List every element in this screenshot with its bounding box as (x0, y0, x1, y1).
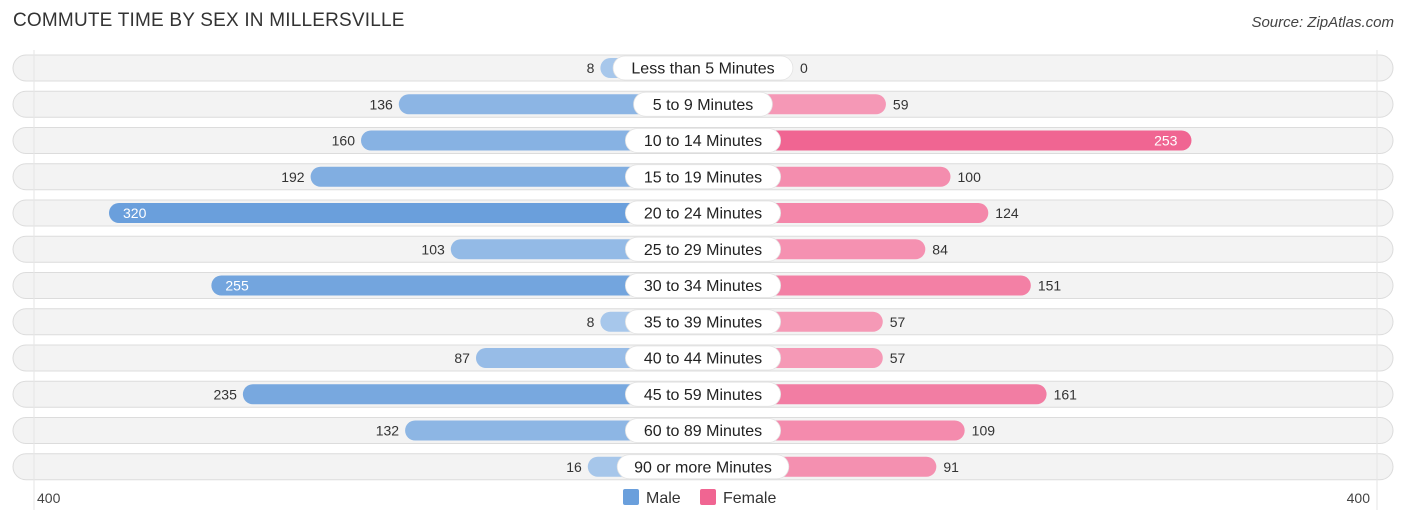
category-label: 5 to 9 Minutes (653, 97, 754, 114)
value-label-male: 103 (421, 241, 445, 257)
chart-row: 45 to 59 Minutes 235 161 (12, 380, 1394, 408)
legend-swatch (700, 489, 716, 505)
value-label-male: 132 (376, 423, 400, 439)
category-label: 30 to 34 Minutes (644, 278, 762, 295)
value-label-female: 100 (958, 169, 982, 185)
value-label-female: 57 (890, 350, 906, 366)
chart-row: 20 to 24 Minutes 320 124 (12, 199, 1394, 227)
value-label-female: 0 (800, 60, 808, 76)
legend-label: Female (723, 490, 776, 507)
chart-row: 5 to 9 Minutes 136 59 (12, 90, 1394, 118)
value-label-female: 84 (932, 241, 948, 257)
chart-row: 40 to 44 Minutes 87 57 (12, 344, 1394, 372)
chart-row: 10 to 14 Minutes 160 253 (12, 127, 1394, 154)
axis-label-right: 400 (1347, 490, 1371, 506)
legend-item-male: Male (623, 489, 681, 507)
category-label: Less than 5 Minutes (631, 61, 774, 78)
chart-row: 15 to 19 Minutes 192 100 (12, 163, 1394, 191)
value-label-male: 235 (214, 386, 238, 402)
value-label-male: 8 (587, 314, 595, 330)
chart-rows: Less than 5 Minutes 8 0 5 to 9 Minutes 136 59… (12, 54, 1394, 481)
value-label-female: 109 (972, 423, 996, 439)
value-label-female: 91 (943, 459, 959, 475)
value-label-female: 161 (1054, 386, 1078, 402)
legend-swatch (623, 489, 639, 505)
chart-row: 35 to 39 Minutes 8 57 (12, 308, 1394, 336)
category-label: 15 to 19 Minutes (644, 169, 762, 186)
value-label-male: 255 (225, 278, 249, 294)
chart-row: 25 to 29 Minutes 103 84 (12, 235, 1394, 263)
chart-row: 90 or more Minutes 16 91 (12, 453, 1394, 481)
chart-legend: Male Female (623, 489, 776, 507)
category-label: 35 to 39 Minutes (644, 314, 762, 331)
chart-row: 60 to 89 Minutes 132 109 (12, 417, 1394, 444)
value-label-female: 151 (1038, 278, 1062, 294)
value-label-male: 16 (566, 459, 582, 475)
value-label-male: 160 (332, 133, 356, 149)
category-label: 90 or more Minutes (634, 459, 772, 476)
value-label-female: 59 (893, 96, 909, 112)
category-label: 10 to 14 Minutes (644, 133, 762, 150)
chart-canvas: Less than 5 Minutes 8 0 5 to 9 Minutes 136 59… (12, 50, 1394, 510)
category-label: 45 to 59 Minutes (644, 387, 762, 404)
value-label-female: 124 (995, 205, 1019, 221)
category-label: 25 to 29 Minutes (644, 242, 762, 259)
legend-label: Male (646, 490, 681, 507)
value-label-male: 8 (587, 60, 595, 76)
bar-male (109, 203, 703, 223)
category-label: 20 to 24 Minutes (644, 206, 762, 223)
value-label-male: 320 (123, 205, 147, 221)
category-label: 40 to 44 Minutes (644, 351, 762, 368)
value-label-female: 253 (1154, 133, 1178, 149)
chart-row: Less than 5 Minutes 8 0 (12, 54, 1394, 82)
category-label: 60 to 89 Minutes (644, 423, 762, 440)
legend-item-female: Female (700, 489, 776, 507)
value-label-male: 87 (454, 350, 470, 366)
value-label-male: 136 (369, 96, 393, 112)
value-label-male: 192 (281, 169, 305, 185)
axis-label-left: 400 (37, 490, 61, 506)
chart-row: 30 to 34 Minutes 255 151 (12, 272, 1394, 299)
value-label-female: 57 (890, 314, 906, 330)
